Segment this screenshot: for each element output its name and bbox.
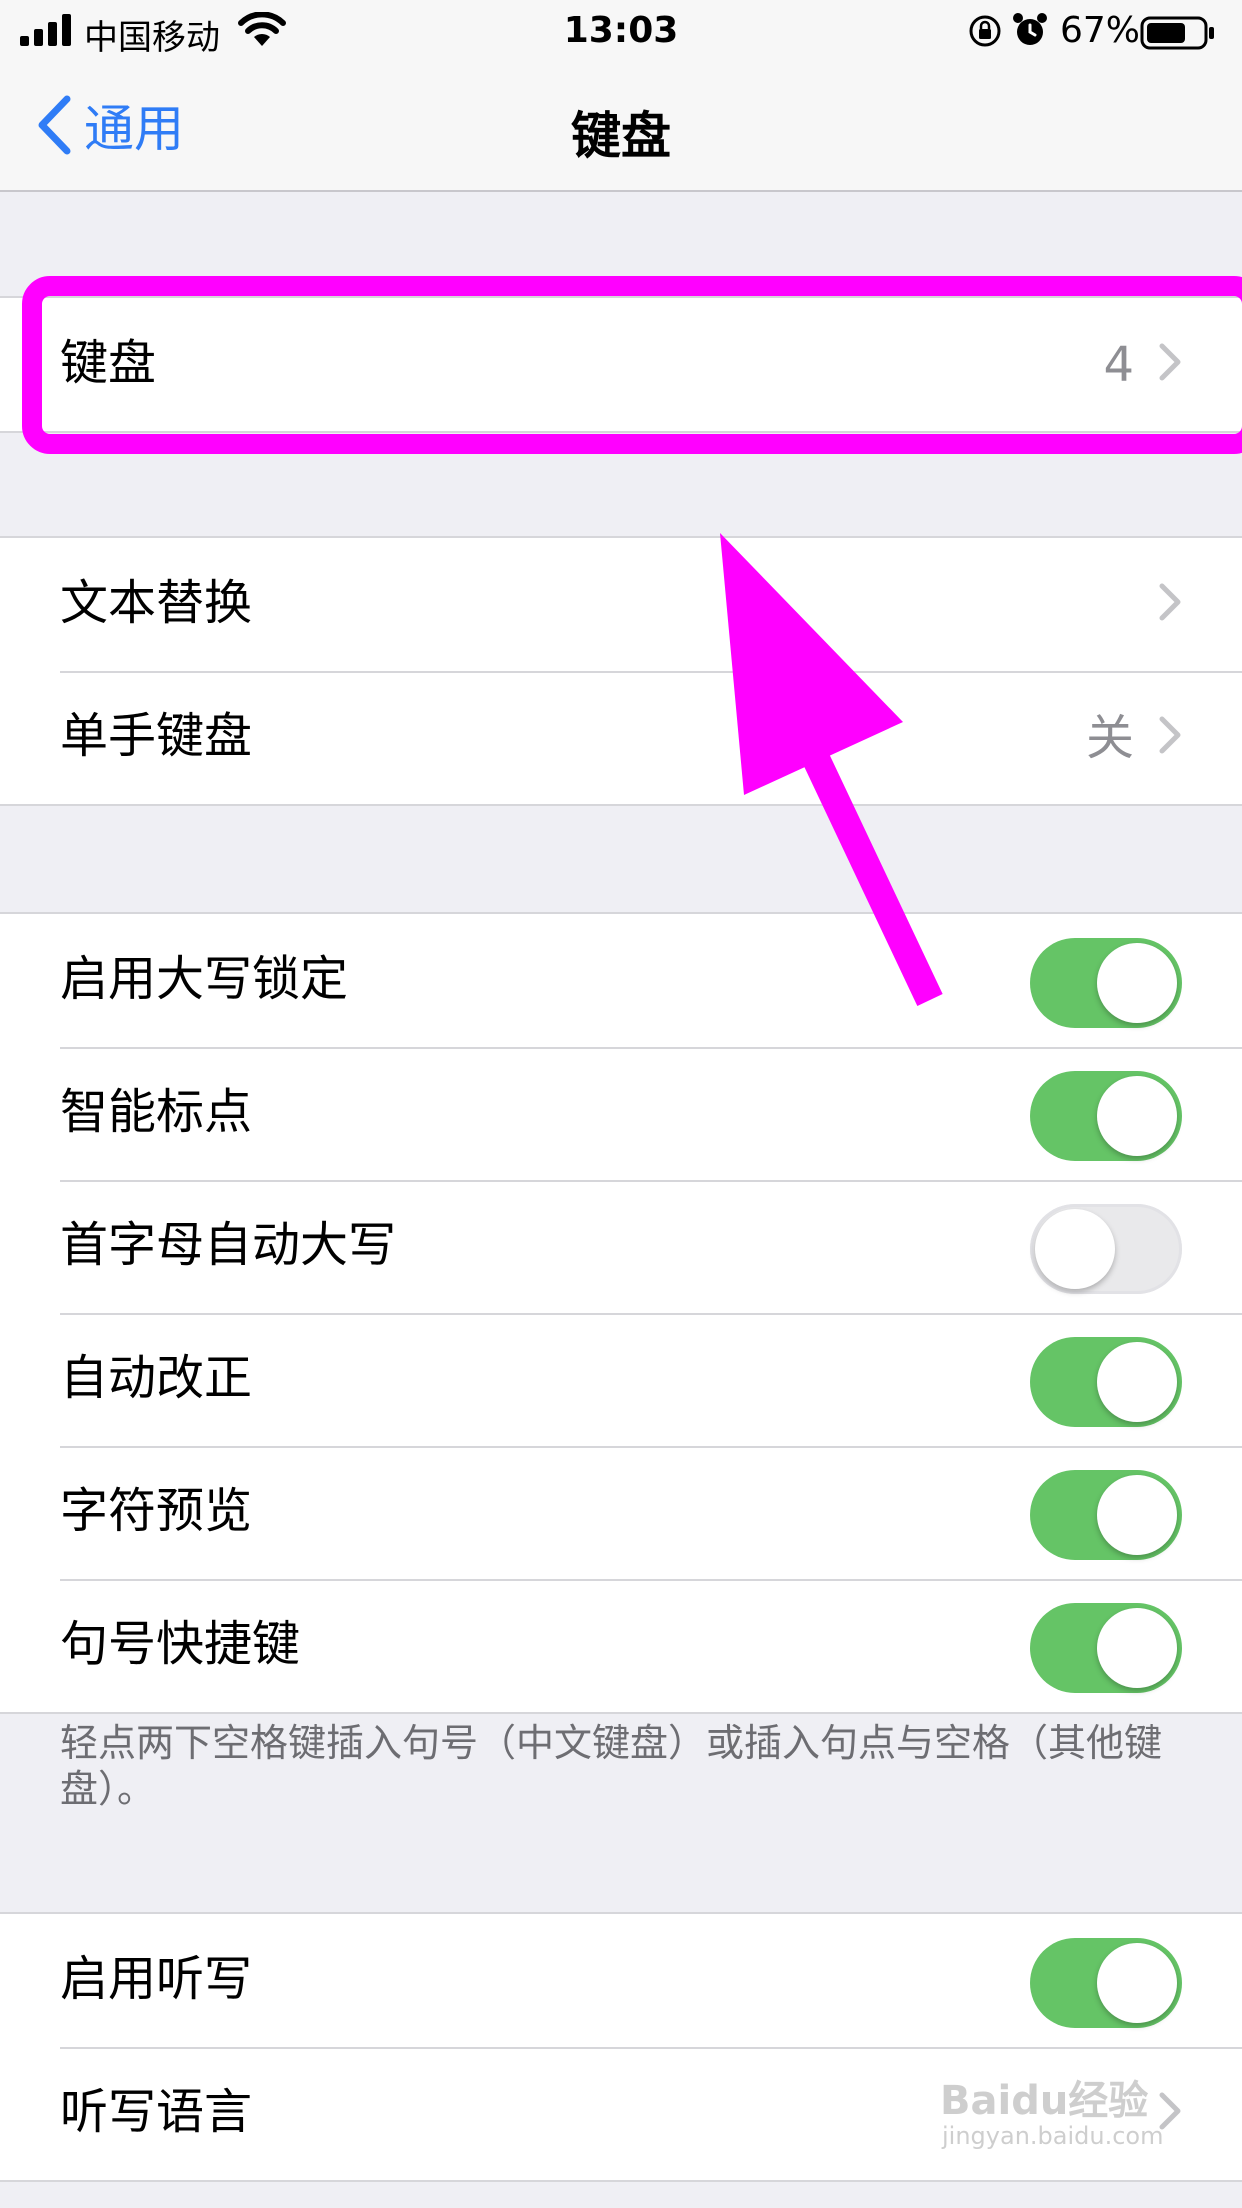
- enable-dictation-row: 启用听写: [0, 1914, 1242, 2047]
- smart-punctuation-label: 智能标点: [60, 1084, 253, 1140]
- dictation-languages-label: 听写语言: [60, 2084, 253, 2140]
- toggle-knob: [1097, 1076, 1177, 1156]
- enable-dictation-label: 启用听写: [60, 1951, 253, 2007]
- keyboards-count: 4: [1103, 337, 1134, 393]
- toggle-knob: [1035, 1209, 1115, 1289]
- keyboards-row[interactable]: 键盘 4: [0, 298, 1242, 431]
- toggle-knob: [1097, 943, 1177, 1023]
- auto-correction-toggle[interactable]: [1030, 1337, 1182, 1427]
- text-replacement-row[interactable]: 文本替换: [0, 538, 1242, 671]
- auto-capitalization-label: 首字母自动大写: [60, 1217, 397, 1273]
- baidu-watermark-url: jingyan.baidu.com: [942, 2122, 1164, 2150]
- period-shortcut-footer: 轻点两下空格键插入句号（中文键盘）或插入句点与空格（其他键盘）。: [60, 1721, 1163, 1811]
- period-shortcut-toggle[interactable]: [1030, 1603, 1182, 1693]
- text-options-group: 文本替换 单手键盘 关: [0, 536, 1242, 806]
- caps-lock-toggle[interactable]: [1030, 938, 1182, 1028]
- caps-lock-label: 启用大写锁定: [60, 951, 349, 1007]
- auto-capitalization-toggle[interactable]: [1030, 1204, 1182, 1294]
- enable-dictation-toggle[interactable]: [1030, 1938, 1182, 2028]
- baidu-watermark: Baidu经验: [940, 2078, 1149, 2124]
- battery-icon: [1140, 16, 1214, 50]
- orientation-lock-icon: [969, 15, 1001, 47]
- auto-correction-row: 自动改正: [0, 1313, 1242, 1446]
- one-handed-keyboard-row[interactable]: 单手键盘 关: [0, 671, 1242, 804]
- auto-capitalization-row: 首字母自动大写: [0, 1180, 1242, 1313]
- keyboards-label: 键盘: [60, 335, 157, 391]
- one-handed-keyboard-value: 关: [1085, 710, 1134, 766]
- toggle-knob: [1097, 1608, 1177, 1688]
- character-preview-label: 字符预览: [60, 1483, 253, 1539]
- toggle-knob: [1097, 1475, 1177, 1555]
- period-shortcut-label: 句号快捷键: [60, 1616, 301, 1672]
- smart-punctuation-toggle[interactable]: [1030, 1071, 1182, 1161]
- alarm-icon: [1013, 13, 1047, 45]
- one-handed-keyboard-label: 单手键盘: [60, 708, 253, 764]
- character-preview-toggle[interactable]: [1030, 1470, 1182, 1560]
- chevron-right-icon: [1159, 583, 1181, 621]
- toggle-knob: [1097, 1342, 1177, 1422]
- auto-correction-label: 自动改正: [60, 1350, 253, 1406]
- status-bar: 中国移动 13:03 67%: [0, 0, 1242, 64]
- text-replacement-label: 文本替换: [60, 575, 253, 631]
- keyboard-toggles-group: 启用大写锁定 智能标点 首字母自动大写 自动改正 字符预览 句号快捷键: [0, 912, 1242, 1714]
- period-shortcut-row: 句号快捷键: [0, 1579, 1242, 1712]
- character-preview-row: 字符预览: [0, 1446, 1242, 1579]
- clock-time: 13:03: [563, 10, 679, 51]
- caps-lock-row: 启用大写锁定: [0, 914, 1242, 1047]
- keyboards-group: 键盘 4: [0, 296, 1242, 433]
- page-title: 键盘: [571, 107, 671, 165]
- chevron-right-icon: [1159, 716, 1181, 754]
- smart-punctuation-row: 智能标点: [0, 1047, 1242, 1180]
- chevron-right-icon: [1159, 343, 1181, 381]
- navigation-bar: 通用 键盘: [0, 64, 1242, 192]
- battery-percent: 67%: [1060, 10, 1141, 51]
- toggle-knob: [1097, 1943, 1177, 2023]
